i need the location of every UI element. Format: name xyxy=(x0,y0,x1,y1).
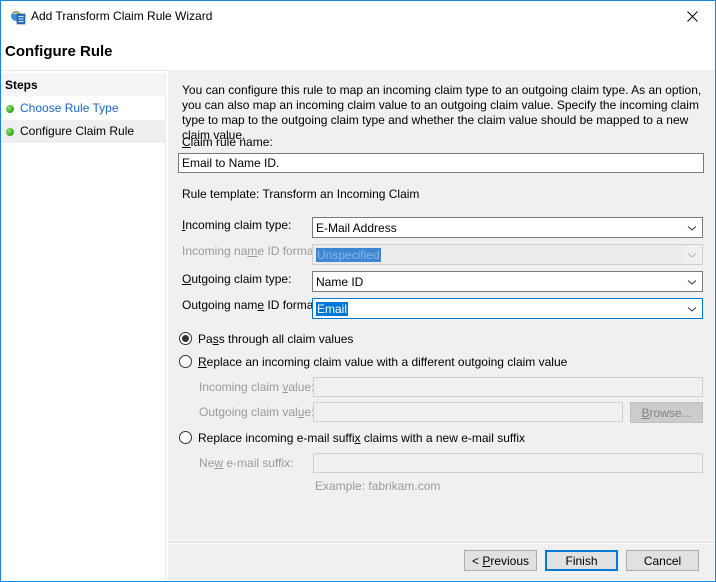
label-text: revious xyxy=(490,553,530,568)
dropdown-value: E-Mail Address xyxy=(316,221,397,235)
replace-value-radio[interactable] xyxy=(179,355,192,368)
new-suffix-input xyxy=(313,453,703,473)
pass-through-radio[interactable] xyxy=(179,332,192,345)
label-text: Outgoing nam xyxy=(182,298,258,312)
label-text: s through all claim values xyxy=(218,332,354,346)
chevron-down-icon xyxy=(687,253,697,258)
access-key: C xyxy=(182,135,191,149)
outgoing-claim-type-dropdown[interactable]: Name ID xyxy=(312,271,703,292)
green-dot-icon xyxy=(6,105,14,113)
outgoing-claim-type-label: Outgoing claim type: xyxy=(182,272,291,286)
access-key: P xyxy=(482,553,491,568)
steps-heading: Steps xyxy=(5,78,38,92)
access-key: w xyxy=(214,456,224,470)
green-dot-icon xyxy=(6,128,14,136)
incoming-claim-type-label: Incoming claim type: xyxy=(182,218,291,232)
outgoing-name-id-format-label: Outgoing name ID format: xyxy=(182,298,320,312)
access-key: B xyxy=(641,405,650,420)
label-text: Replace incoming e-mail suffi xyxy=(198,431,355,445)
suffix-example-text: Example: fabrikam.com xyxy=(315,479,441,493)
chevron-down-icon xyxy=(687,280,697,285)
page-title: Configure Rule xyxy=(5,43,113,60)
label-text: Incoming claim xyxy=(199,380,283,394)
close-icon xyxy=(686,11,698,22)
incoming-claim-value-input xyxy=(313,377,703,397)
access-key: R xyxy=(198,355,207,369)
incoming-name-id-format-label: Incoming name ID format: xyxy=(182,244,320,258)
claim-rule-name-input[interactable] xyxy=(178,153,704,173)
steps-panel: Steps Choose Rule Type Configure Claim R… xyxy=(1,73,166,581)
new-suffix-label: New e-mail suffix: xyxy=(199,456,293,470)
pass-through-label[interactable]: Pass through all claim values xyxy=(198,332,353,346)
label-text: ncoming claim type: xyxy=(185,218,292,232)
outgoing-claim-value-input xyxy=(313,402,623,422)
access-key: m xyxy=(247,244,258,258)
finish-button[interactable]: Finish xyxy=(545,550,618,571)
adfs-wizard-icon xyxy=(10,9,26,25)
label-text: Ne xyxy=(199,456,215,470)
description-text: You can configure this rule to map an in… xyxy=(182,83,702,142)
label-text: < xyxy=(471,553,483,568)
label-text: Outgoing claim val xyxy=(199,405,298,419)
access-key: O xyxy=(182,272,192,286)
close-button[interactable] xyxy=(669,1,715,32)
dropdown-value: Email xyxy=(316,302,349,316)
replace-suffix-radio[interactable] xyxy=(179,431,192,444)
step-configure-claim-rule: Configure Claim Rule xyxy=(1,120,165,143)
label-text: Incoming na xyxy=(182,244,248,258)
incoming-claim-value-label: Incoming claim value: xyxy=(199,380,314,394)
label-text: eplace an incoming claim value with a di… xyxy=(206,355,568,369)
previous-button[interactable]: < Previous xyxy=(464,550,537,571)
dropdown-value: Unspecified xyxy=(316,248,381,262)
label-text: laim rule name: xyxy=(190,135,273,149)
chevron-down-icon xyxy=(687,226,697,231)
chevron-down-icon xyxy=(687,307,697,312)
label-text: claims with a new e-mail suffix xyxy=(360,431,526,445)
steps-header: Steps xyxy=(1,73,165,96)
incoming-name-id-format-dropdown: Unspecified xyxy=(312,244,703,265)
step-label: Choose Rule Type xyxy=(20,101,119,115)
cancel-button[interactable]: Cancel xyxy=(626,550,699,571)
label-text: e-mail suffix: xyxy=(223,456,294,470)
rule-template-text: Rule template: Transform an Incoming Cla… xyxy=(182,187,420,201)
outgoing-name-id-format-dropdown[interactable]: Email xyxy=(312,298,703,319)
label-text: utgoing claim type: xyxy=(191,272,292,286)
incoming-claim-type-dropdown[interactable]: E-Mail Address xyxy=(312,217,703,238)
browse-button: Browse... xyxy=(630,402,703,423)
claim-rule-name-label: Claim rule name: xyxy=(182,135,273,149)
replace-suffix-label[interactable]: Replace incoming e-mail suffix claims wi… xyxy=(198,431,525,445)
step-choose-rule-type[interactable]: Choose Rule Type xyxy=(1,97,165,120)
label-text: e ID format: xyxy=(257,244,321,258)
title-bar: Add Transform Claim Rule Wizard xyxy=(1,1,715,32)
window-title: Add Transform Claim Rule Wizard xyxy=(31,9,213,23)
outgoing-claim-value-label: Outgoing claim value: xyxy=(199,405,314,419)
label-text: Pa xyxy=(198,332,213,346)
label-text: alue: xyxy=(288,380,315,394)
dropdown-value: Name ID xyxy=(316,275,364,289)
step-label: Configure Claim Rule xyxy=(20,124,135,138)
replace-value-label[interactable]: Replace an incoming claim value with a d… xyxy=(198,355,567,369)
label-text: rowse... xyxy=(649,405,692,420)
footer-divider xyxy=(168,542,714,544)
